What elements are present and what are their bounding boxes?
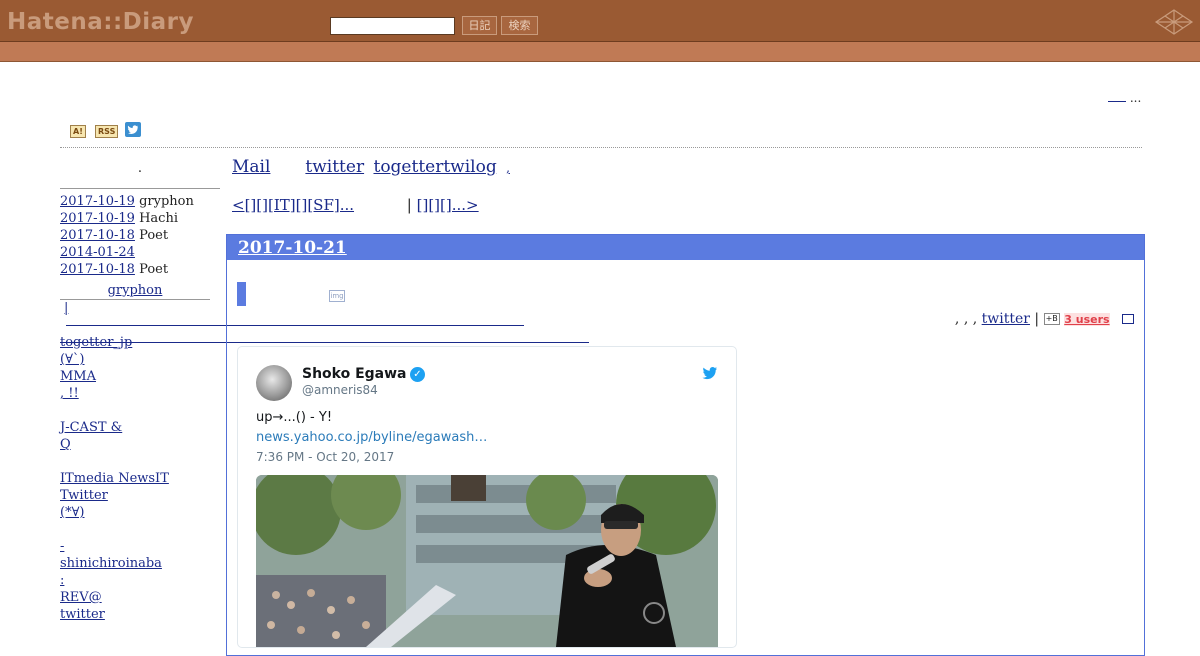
recent-entry: 2017-10-19 Hachi xyxy=(60,210,220,227)
sidebar-link[interactable]: , !! xyxy=(60,385,117,402)
search-button[interactable]: 検索 xyxy=(501,16,538,35)
top-right-trail: ... xyxy=(1129,91,1142,105)
twitter-link[interactable]: twitter xyxy=(305,157,364,177)
tag-separator: | xyxy=(1034,311,1040,327)
tweet-photo-image xyxy=(256,475,718,647)
rss-badge[interactable]: RSS xyxy=(95,125,119,138)
sidebar-link[interactable]: shinichiroinaba xyxy=(60,555,215,572)
antenna-badge[interactable]: A! xyxy=(70,125,86,138)
recent-entry-text: gryphon xyxy=(139,194,194,209)
tweet-text: up→...() - Y! xyxy=(256,410,333,425)
recent-entry: 2017-10-18 Poet xyxy=(60,227,220,244)
section-marker[interactable] xyxy=(237,282,246,306)
tag-list: , , , xyxy=(954,311,978,327)
recent-entry-date[interactable]: 2017-10-18 xyxy=(60,262,135,277)
recent-entry-text: Poet xyxy=(139,228,169,243)
sidebar-link[interactable]: ITmedia NewsIT xyxy=(60,470,183,487)
recent-entry-date[interactable]: 2017-10-19 xyxy=(60,211,135,226)
hatena-bookmark-icon[interactable]: +B xyxy=(1043,313,1060,325)
tweet-author-name[interactable]: Shoko Egawa xyxy=(302,366,407,382)
extra-link[interactable]: , xyxy=(506,161,548,175)
bookmark-users-count[interactable]: 3 users xyxy=(1064,313,1110,326)
tweet-author-handle[interactable]: @amneris84 xyxy=(302,383,378,397)
entry-navigation: <[][][IT][][SF]... | [][][]...> xyxy=(232,196,549,214)
entry-tags: , , , twitter | +B 3 users xyxy=(955,311,1134,327)
comment-icon[interactable] xyxy=(1122,314,1134,324)
top-right-link[interactable] xyxy=(1108,90,1126,102)
sidebar-link[interactable]: - xyxy=(60,538,138,555)
sidebar-link[interactable]: : xyxy=(60,572,177,589)
header-divider xyxy=(60,147,1142,148)
recent-entry-text: Poet xyxy=(139,262,169,277)
avatar[interactable] xyxy=(256,365,292,401)
profile-links: Mail twitter togettertwilog , xyxy=(232,157,552,177)
prev-entries-link[interactable]: <[][][IT][][SF]... xyxy=(232,196,402,214)
tweet-link[interactable]: news.yahoo.co.jp/byline/egawash… xyxy=(256,430,487,445)
day-date-link[interactable]: 2017-10-21 xyxy=(238,238,347,258)
image-icon: img xyxy=(329,290,345,302)
diary-button[interactable]: 日記 xyxy=(462,16,497,35)
embedded-tweet: Shoko Egawa ✓ @amneris84 up→...() - Y! n… xyxy=(237,346,737,648)
sidebar-link[interactable]: J-CAST & xyxy=(60,419,191,436)
sidebar-link[interactable]: Twitter xyxy=(60,487,177,504)
tag-twitter[interactable]: twitter xyxy=(982,311,1030,327)
hatena-diary-logo[interactable]: Hatena::Diary xyxy=(7,9,194,35)
recent-entry-date[interactable]: 2017-10-19 xyxy=(60,194,135,209)
gryphon-section-title[interactable]: gryphon xyxy=(60,282,210,300)
recent-entry-date[interactable]: 2014-01-24 xyxy=(60,245,135,260)
verified-icon: ✓ xyxy=(410,367,425,382)
recent-entry: 2017-10-18 Poet xyxy=(60,261,220,278)
recent-entry: 2014-01-24 xyxy=(60,244,220,261)
tweet-date[interactable]: 7:36 PM - Oct 20, 2017 xyxy=(256,450,394,464)
sidebar-link[interactable]: (*∀) xyxy=(60,504,130,521)
nav-separator: | xyxy=(406,196,412,214)
next-entries-link[interactable]: [][][]...> xyxy=(417,196,549,214)
twitter-icon[interactable] xyxy=(125,122,141,137)
top-right-links: ... xyxy=(1108,90,1141,105)
sidebar-link[interactable]: Q xyxy=(60,436,72,453)
search-input[interactable] xyxy=(330,17,455,35)
recent-entry-date[interactable]: 2017-10-18 xyxy=(60,228,135,243)
hatena-topbar: Hatena::Diary 日記 検索 xyxy=(0,0,1200,42)
hatena-menu-icon[interactable] xyxy=(1154,9,1194,35)
sidebar-link[interactable]: REV@ xyxy=(60,589,102,606)
recent-entry-text: Hachi xyxy=(139,211,178,226)
sidebar-pipe-link[interactable]: | xyxy=(60,300,220,317)
mail-link[interactable]: Mail xyxy=(232,157,296,177)
sidebar-link[interactable]: MMA xyxy=(60,368,134,385)
day-header: 2017-10-21 xyxy=(227,235,1144,260)
recent-entries: 2017-10-19 gryphon 2017-10-19 Hachi 2017… xyxy=(60,193,220,278)
sidebar-link[interactable]: (∀`) xyxy=(60,351,115,368)
recent-entry: 2017-10-19 gryphon xyxy=(60,193,220,210)
sidebar: . 2017-10-19 gryphon 2017-10-19 Hachi 20… xyxy=(60,160,220,623)
tweet-photo[interactable] xyxy=(256,475,718,647)
twitter-bird-icon[interactable] xyxy=(702,365,718,381)
togetter-twilog-link[interactable]: togettertwilog xyxy=(373,157,496,177)
hatena-subbar xyxy=(0,42,1200,62)
sidebar-link[interactable]: twitter xyxy=(60,606,106,623)
sidebar-title: . xyxy=(60,160,220,189)
